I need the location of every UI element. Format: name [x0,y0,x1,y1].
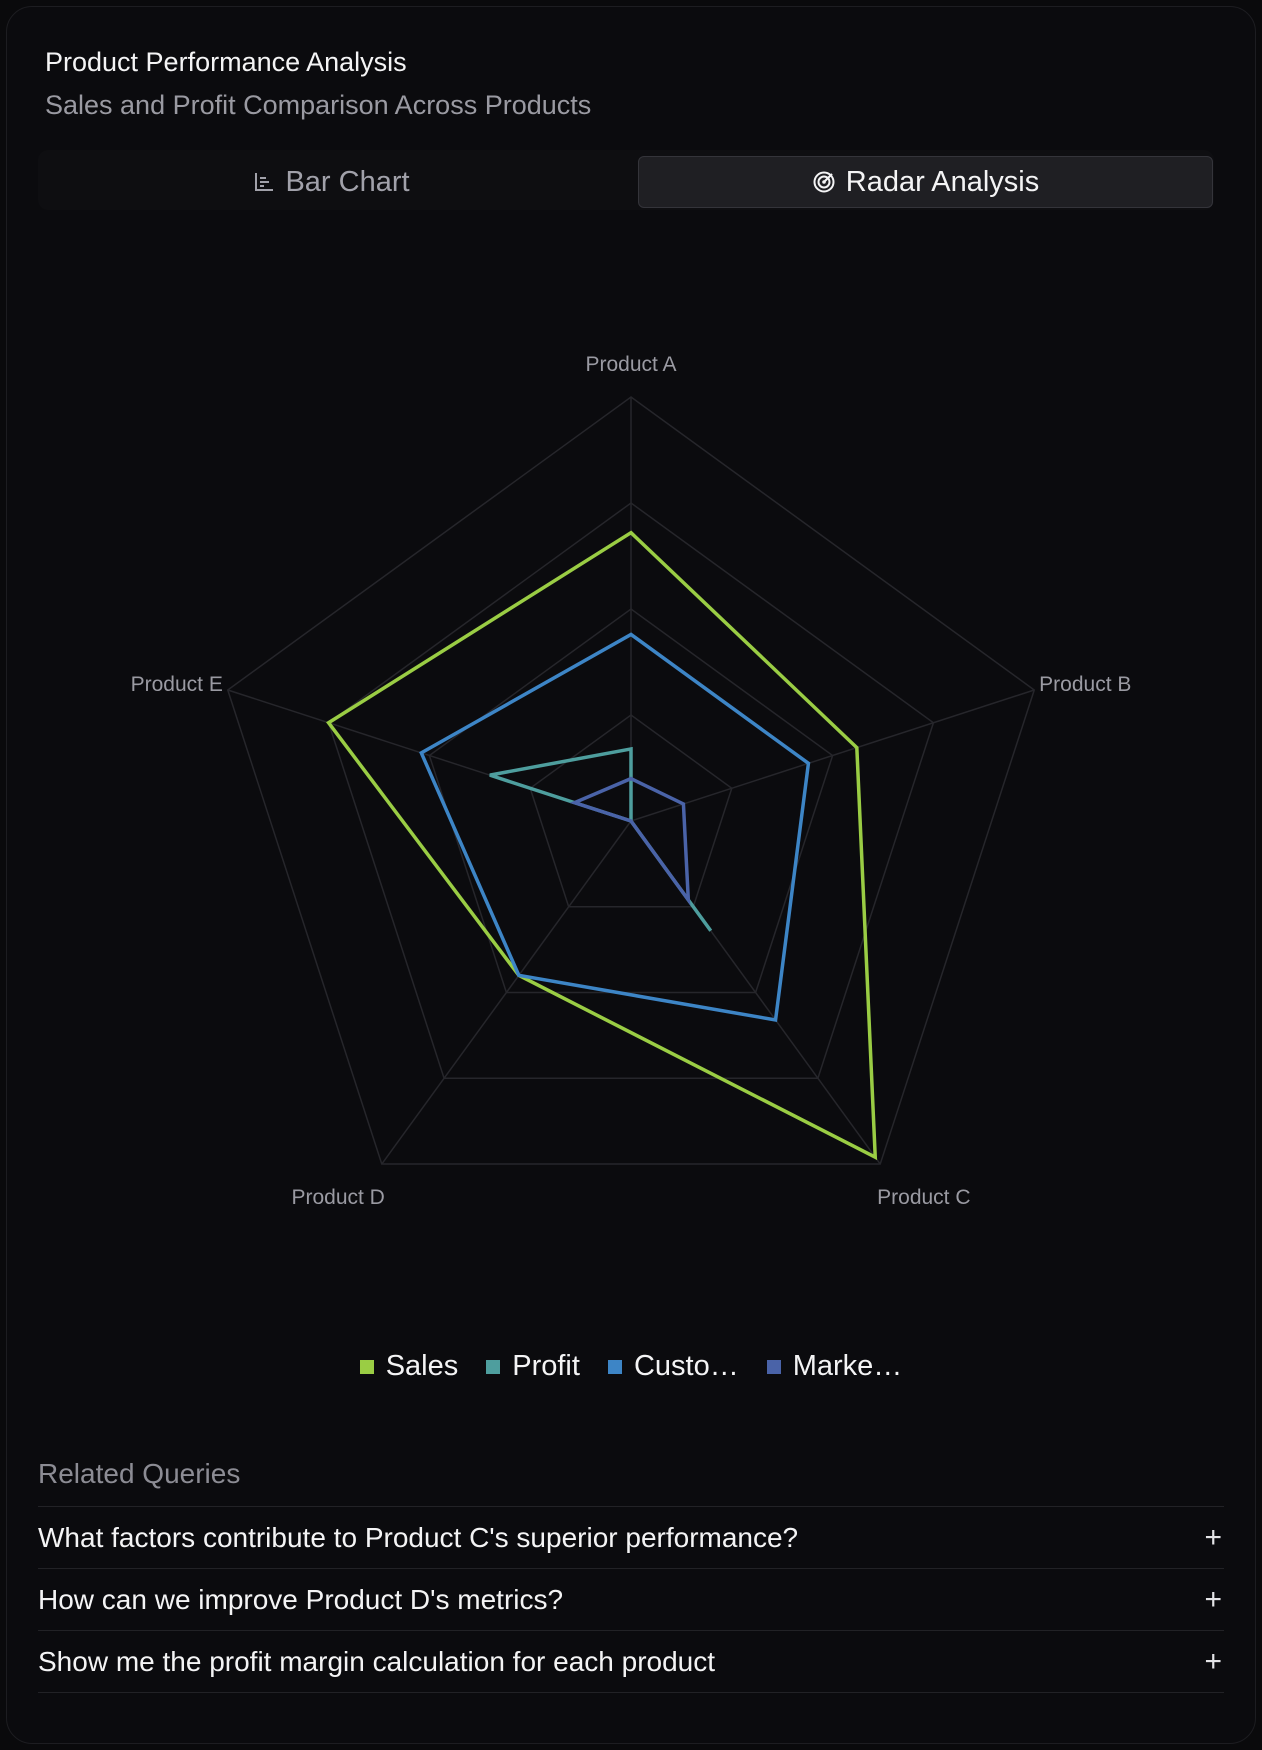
legend-label-customer: Custo… [633,1350,739,1382]
legend-label-sales: Sales [385,1350,459,1382]
legend-label-market: Marke… [792,1350,903,1382]
radar-series-profit [489,746,713,932]
legend-label-profit: Profit [512,1350,580,1382]
legend-swatch-sales [359,1359,374,1374]
radar-axis-label: Product E [131,673,223,696]
radar-axis-line [630,689,1035,822]
legend-swatch-profit [486,1359,501,1374]
legend-swatch-customer [607,1359,622,1374]
radar-axis-label: Product C [877,1186,970,1209]
plus-icon[interactable]: + [1204,1645,1222,1679]
related-query-item[interactable]: What factors contribute to Product C's s… [38,1507,1224,1569]
plus-icon[interactable]: + [1204,1583,1222,1617]
chart-legend: Sales Profit Custo… Marke… [0,1350,1262,1383]
radar-axis-label: Product A [585,353,676,376]
related-query-text: How can we improve Product D's metrics? [38,1583,564,1615]
radar-axis-label: Product D [291,1186,384,1209]
related-query-text: Show me the profit margin calculation fo… [38,1645,716,1677]
related-query-item[interactable]: How can we improve Product D's metrics? … [38,1569,1224,1631]
radar-chart: Product A Product B Product C Product D Prod… [131,353,1132,1209]
legend-item-profit[interactable]: Profit [486,1350,580,1383]
related-queries-list: What factors contribute to Product C's s… [38,1506,1224,1693]
related-query-item[interactable]: Show me the profit margin calculation fo… [38,1631,1224,1693]
plus-icon[interactable]: + [1204,1521,1222,1555]
related-query-text: What factors contribute to Product C's s… [38,1521,799,1553]
legend-item-market[interactable]: Marke… [766,1350,903,1383]
legend-item-customer[interactable]: Custo… [607,1350,739,1383]
radar-axis-label: Product B [1039,673,1131,696]
legend-swatch-market [766,1359,781,1374]
related-queries-heading: Related Queries [38,1458,241,1489]
radar-series-customer [419,632,811,1022]
radar-series-sales [326,530,878,1161]
legend-item-sales[interactable]: Sales [359,1350,459,1383]
